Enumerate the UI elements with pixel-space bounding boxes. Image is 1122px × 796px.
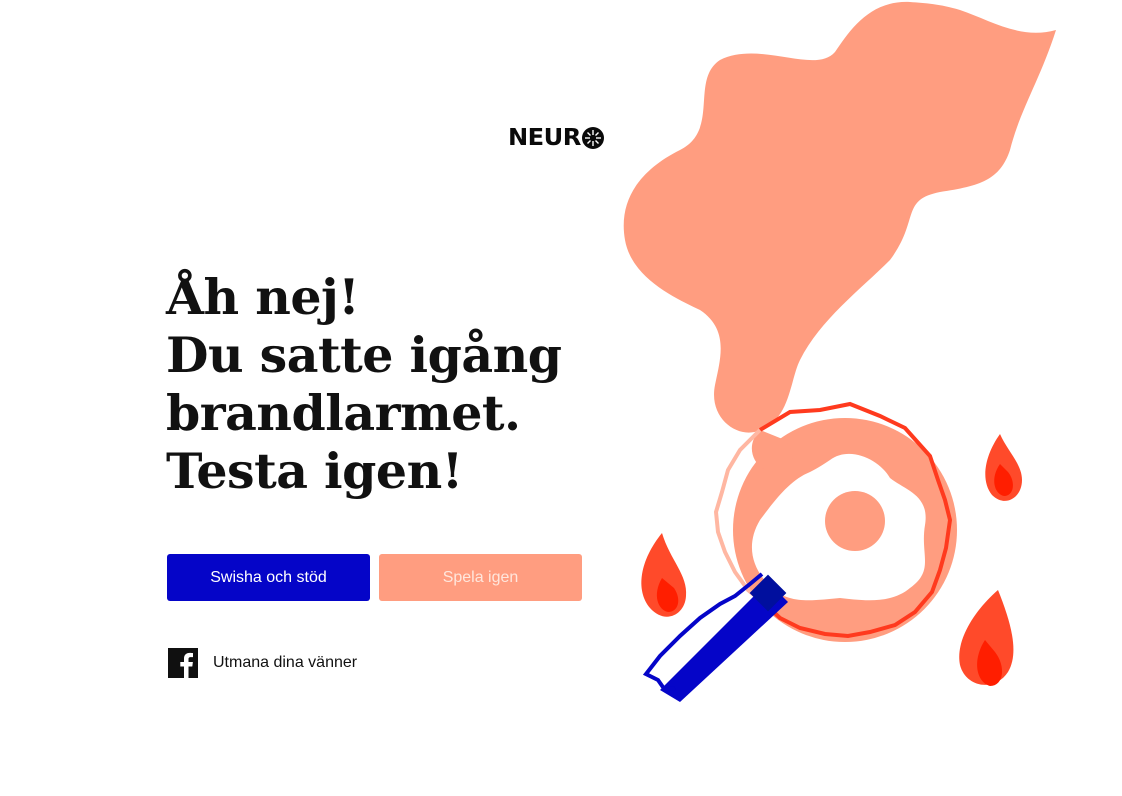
egg-yolk — [825, 491, 885, 551]
headline-line-4: Testa igen! — [166, 442, 463, 500]
headline-line-2: Du satte igång — [166, 326, 562, 384]
logo-burst-icon — [582, 127, 605, 149]
logo-text: NEUR — [508, 124, 581, 151]
play-again-button[interactable]: Spela igen — [379, 554, 582, 601]
share-label: Utmana dina vänner — [213, 654, 358, 671]
smoke-cloud — [623, 1, 1056, 433]
headline-line-1: Åh nej! — [166, 268, 360, 326]
flame-right-top — [985, 434, 1022, 501]
facebook-icon — [168, 648, 198, 678]
result-headline: Åh nej! Du satte igång brandlarmet. Test… — [166, 268, 596, 500]
flame-left — [641, 533, 687, 617]
share-facebook-link[interactable]: Utmana dina vänner — [168, 648, 357, 678]
flame-right-bottom — [959, 590, 1014, 686]
neuro-logo: NEUR — [508, 126, 605, 150]
swish-support-button[interactable]: Swisha och stöd — [167, 554, 370, 601]
headline-line-3: brandlarmet. — [166, 384, 521, 442]
